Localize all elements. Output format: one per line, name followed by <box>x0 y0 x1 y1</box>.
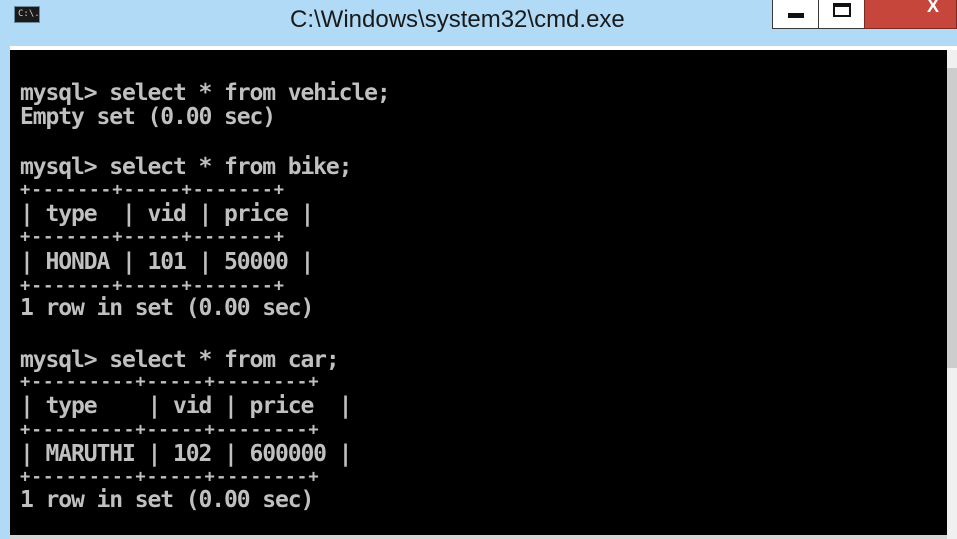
close-icon: X <box>927 0 940 16</box>
console-bottom-edge <box>10 535 947 539</box>
maximize-icon <box>833 3 851 17</box>
table-border: +---------+-----+--------+ <box>20 372 320 392</box>
table-border: +-------+-----+-------+ <box>20 180 286 200</box>
console-line-row-count: 1 row in set (0.00 sec) <box>20 487 314 513</box>
console-line-query-vehicle: mysql> select * from vehicle; <box>20 80 391 106</box>
window-title: C:\Windows\system32\cmd.exe <box>290 6 625 33</box>
table-header-row: | type | vid | price | <box>20 201 314 227</box>
console-line-empty-set: Empty set (0.00 sec) <box>20 104 276 130</box>
minimize-button[interactable] <box>772 0 819 29</box>
table-border: +---------+-----+--------+ <box>20 467 320 487</box>
cmd-icon-label: C:\. <box>18 9 40 19</box>
close-button[interactable]: X <box>864 0 957 29</box>
table-row: | MARUTHI | 102 | 600000 | <box>20 441 353 467</box>
cmd-window: C:\. C:\Windows\system32\cmd.exe X mysql… <box>0 0 957 539</box>
vertical-scrollbar[interactable] <box>947 50 957 539</box>
scrollbar-thumb[interactable] <box>947 68 957 368</box>
title-bar[interactable]: C:\. C:\Windows\system32\cmd.exe X <box>0 0 957 46</box>
console-line-row-count: 1 row in set (0.00 sec) <box>20 295 314 321</box>
table-border: +-------+-----+-------+ <box>20 227 286 247</box>
console-line-query-car: mysql> select * from car; <box>20 347 340 373</box>
console-output[interactable]: mysql> select * from vehicle; Empty set … <box>10 50 947 535</box>
console-line-query-bike: mysql> select * from bike; <box>20 154 353 180</box>
minimize-icon <box>788 13 804 18</box>
table-border: +---------+-----+--------+ <box>20 420 320 440</box>
table-header-row: | type | vid | price | <box>20 393 353 419</box>
maximize-button[interactable] <box>818 0 865 29</box>
cmd-icon[interactable]: C:\. <box>14 6 40 23</box>
table-row: | HONDA | 101 | 50000 | <box>20 249 314 275</box>
table-border: +-------+-----+-------+ <box>20 276 286 296</box>
window-left-border <box>0 46 10 539</box>
